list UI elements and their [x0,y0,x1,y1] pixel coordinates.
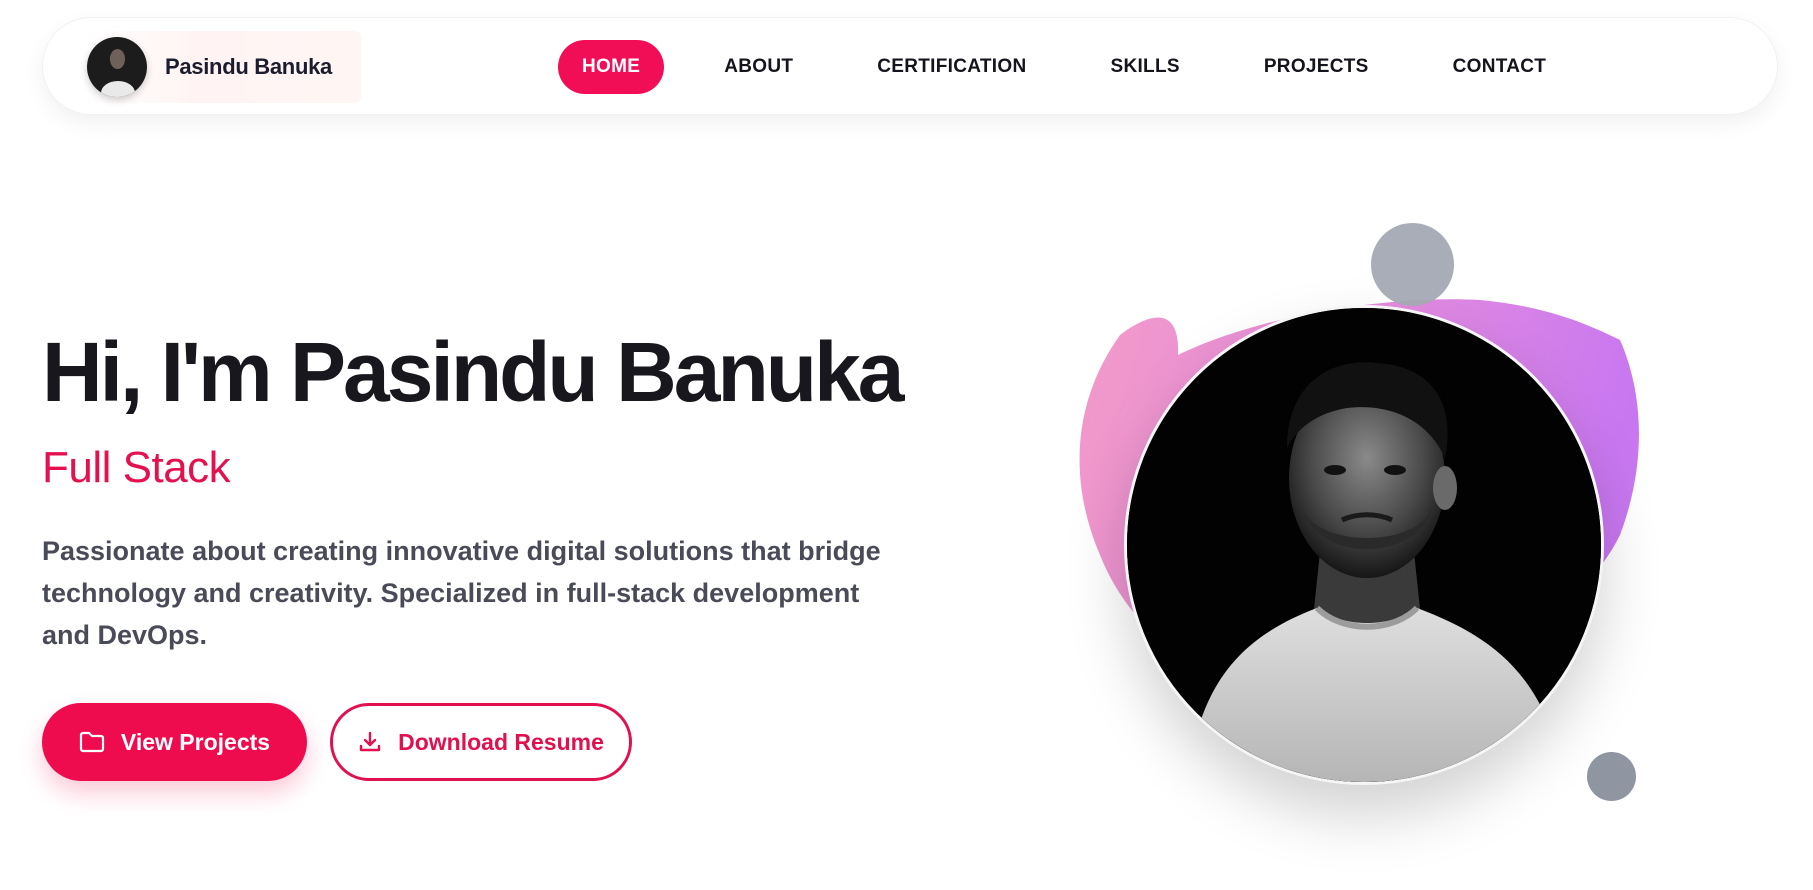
hero-description: Passionate about creating innovative dig… [42,536,881,650]
brand-name: Pasindu Banuka [165,54,332,79]
avatar [87,37,147,97]
nav-item-contact[interactable]: CONTACT [1429,40,1571,94]
top-navbar: Pasindu Banuka HOME ABOUT CERTIFICATION … [42,17,1778,115]
avatar-head-shape [110,49,125,69]
page: Pasindu Banuka HOME ABOUT CERTIFICATION … [0,0,1813,890]
decorative-dot-bottom [1587,752,1636,801]
nav-item-skills[interactable]: SKILLS [1086,40,1203,94]
hero-role: Full Stack [42,443,231,492]
download-resume-button[interactable]: Download Resume [330,703,632,781]
nav-item-about[interactable]: ABOUT [700,40,817,94]
view-projects-button[interactable]: View Projects [42,703,307,781]
avatar-shirt-shape [101,81,135,97]
person-portrait-image [1127,308,1601,782]
view-projects-label: View Projects [120,728,271,755]
folder-icon [79,731,105,753]
decorative-dot-top [1371,223,1454,306]
nav-item-projects[interactable]: PROJECTS [1240,40,1393,94]
profile-photo [1124,305,1604,785]
nav-links: HOME ABOUT CERTIFICATION SKILLS PROJECTS… [558,40,1570,94]
nav-item-home[interactable]: HOME [558,40,665,94]
hero-title: Hi, I'm Pasindu Banuka [42,325,905,419]
download-resume-label: Download Resume [398,728,604,755]
brand[interactable]: Pasindu Banuka [83,31,361,103]
download-icon [359,731,381,752]
nav-item-certification[interactable]: CERTIFICATION [853,40,1050,94]
